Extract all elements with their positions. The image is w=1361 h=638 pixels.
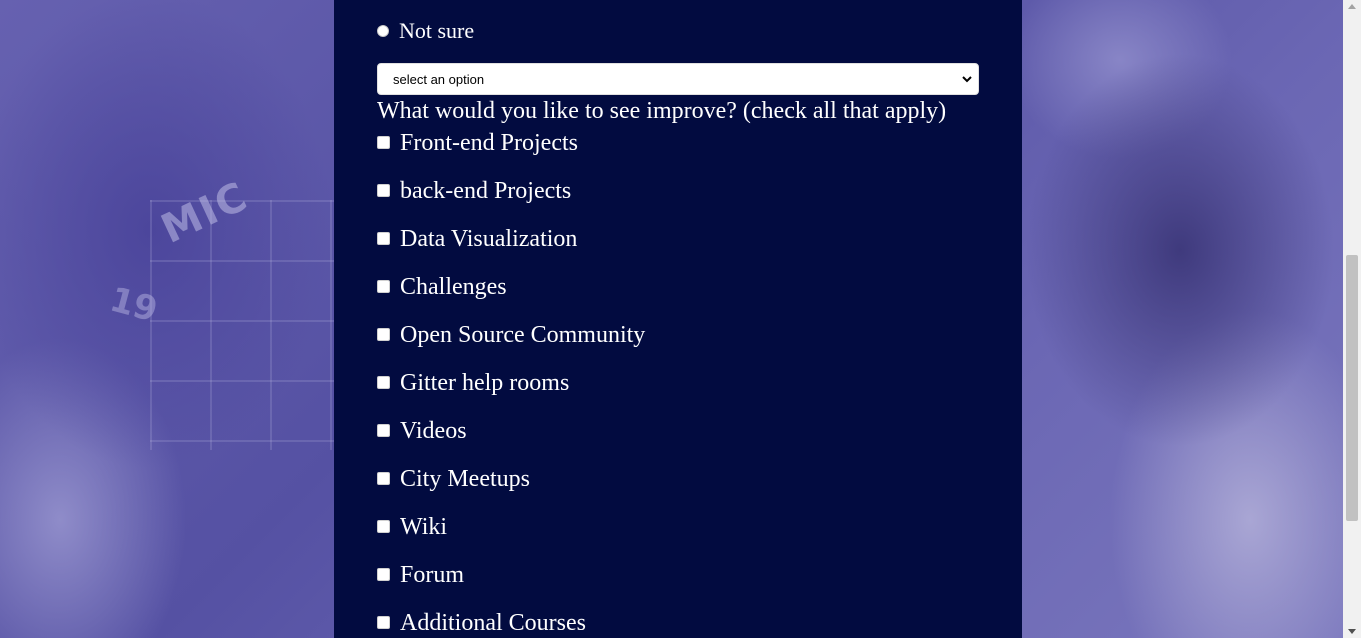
checkbox-item-city-meetups[interactable]: City Meetups	[377, 464, 645, 512]
checkbox-label: Wiki	[400, 514, 448, 540]
checkbox-label: Additional Courses	[400, 610, 586, 636]
checkbox-item-forum[interactable]: Forum	[377, 560, 645, 608]
checkbox-item-challenges[interactable]: Challenges	[377, 272, 645, 320]
radio-option-label: Not sure	[399, 18, 475, 43]
chevron-down-icon	[962, 76, 972, 83]
checkbox[interactable]	[377, 520, 390, 533]
checkbox-label: Videos	[400, 418, 467, 444]
dropdown-selected-value: select an option	[393, 71, 485, 87]
checkbox[interactable]	[377, 232, 390, 245]
checkbox-label: Forum	[400, 562, 465, 588]
improve-checkbox-list: Front-end Projects back-end Projects Dat…	[377, 128, 645, 638]
checkbox-label: Front-end Projects	[400, 130, 578, 156]
checkbox[interactable]	[377, 280, 390, 293]
checkbox[interactable]	[377, 472, 390, 485]
checkbox-item-wiki[interactable]: Wiki	[377, 512, 645, 560]
checkbox[interactable]	[377, 568, 390, 581]
checkbox[interactable]	[377, 616, 390, 629]
checkbox-item-additional-courses[interactable]: Additional Courses	[377, 608, 645, 638]
checkbox-item-back-end-projects[interactable]: back-end Projects	[377, 176, 645, 224]
checkbox-item-front-end-projects[interactable]: Front-end Projects	[377, 128, 645, 176]
vertical-scrollbar[interactable]	[1343, 0, 1361, 638]
checkbox-item-gitter-help-rooms[interactable]: Gitter help rooms	[377, 368, 645, 416]
checkbox[interactable]	[377, 184, 390, 197]
survey-form-panel: Not sure select an option What would you…	[334, 0, 1022, 638]
scrollbar-thumb[interactable]	[1346, 255, 1358, 521]
checkbox-label: Challenges	[400, 274, 507, 300]
checkbox-label: Open Source Community	[400, 322, 646, 348]
checkbox-item-data-visualization[interactable]: Data Visualization	[377, 224, 645, 272]
checkbox-label: City Meetups	[400, 466, 530, 492]
radio-option-not-sure[interactable]: Not sure	[377, 16, 474, 46]
checkbox-label: Data Visualization	[400, 226, 578, 252]
checkbox-label: Gitter help rooms	[400, 370, 570, 396]
checkbox-item-videos[interactable]: Videos	[377, 416, 645, 464]
checkbox[interactable]	[377, 328, 390, 341]
checkbox-item-open-source-community[interactable]: Open Source Community	[377, 320, 645, 368]
option-dropdown[interactable]: select an option	[377, 63, 979, 95]
radio-button[interactable]	[377, 25, 389, 37]
checkbox[interactable]	[377, 136, 390, 149]
scroll-down-arrow-icon[interactable]	[1348, 629, 1356, 634]
improve-question-label: What would you like to see improve? (che…	[377, 98, 947, 124]
scroll-up-arrow-icon[interactable]	[1348, 4, 1356, 9]
checkbox[interactable]	[377, 424, 390, 437]
checkbox[interactable]	[377, 376, 390, 389]
checkbox-label: back-end Projects	[400, 178, 572, 204]
